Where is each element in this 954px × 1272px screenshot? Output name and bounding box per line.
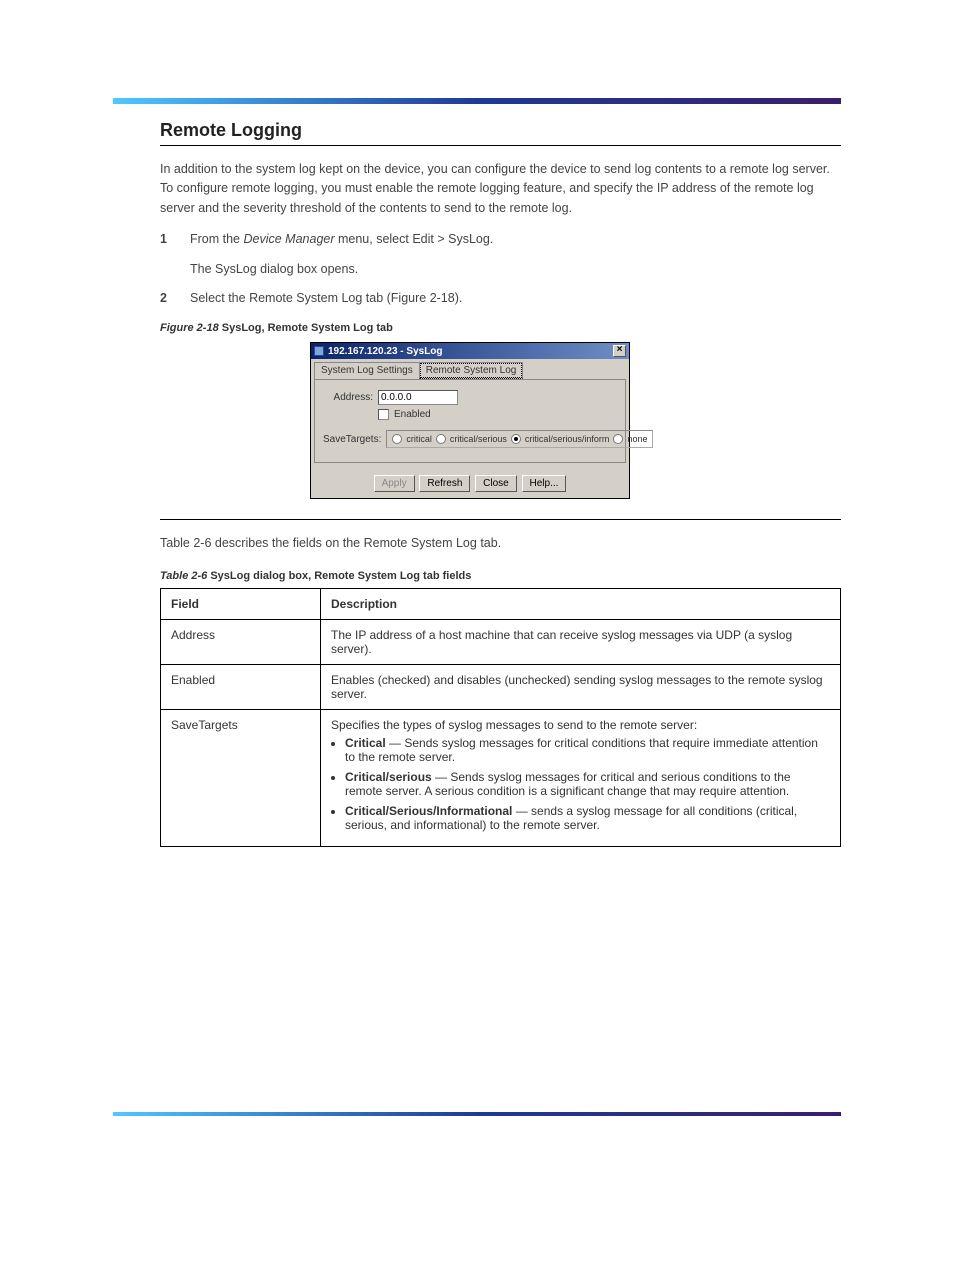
tabstrip: System Log Settings Remote System Log <box>311 359 629 379</box>
figure-label: Figure 2-18 <box>160 322 219 334</box>
radio-critical-label: critical <box>406 434 432 444</box>
enabled-checkbox[interactable] <box>378 409 389 420</box>
address-input[interactable] <box>378 390 458 405</box>
step-1-body: From the Device Manager menu, select Edi… <box>190 230 841 279</box>
close-button[interactable]: Close <box>475 475 517 492</box>
fields-table: Field Description Address The IP address… <box>160 588 841 847</box>
radio-none[interactable] <box>613 434 623 444</box>
th-field: Field <box>161 588 321 619</box>
apply-button[interactable]: Apply <box>374 475 415 492</box>
list-item: Critical/Serious/Informational — sends a… <box>345 804 830 832</box>
section-heading: Remote Logging <box>160 120 841 141</box>
rule-under-figure <box>160 519 841 520</box>
dialog-titlebar: 192.167.120.23 - SysLog × <box>311 343 629 359</box>
page-bottom-bar <box>113 1112 841 1116</box>
radio-none-label: none <box>627 434 647 444</box>
cell-desc-address: The IP address of a host machine that ca… <box>321 619 841 664</box>
rule-under-heading <box>160 145 841 146</box>
savetargets-label: SaveTargets: <box>323 434 381 445</box>
radio-critical-serious-inform-label: critical/serious/inform <box>525 434 610 444</box>
dialog-title: 192.167.120.23 - SysLog <box>328 346 443 357</box>
table-row: Address The IP address of a host machine… <box>161 619 841 664</box>
th-description: Description <box>321 588 841 619</box>
figure-title: SysLog, Remote System Log tab <box>222 322 393 334</box>
step-1-result: The SysLog dialog box opens. <box>190 260 841 279</box>
address-row: Address: <box>323 390 617 405</box>
radio-critical-serious[interactable] <box>436 434 446 444</box>
table-caption: Table 2-6 SysLog dialog box, Remote Syst… <box>160 570 841 582</box>
cell-field-savetargets: SaveTargets <box>161 709 321 846</box>
table-row: Enabled Enables (checked) and disables (… <box>161 664 841 709</box>
table-caption-label: Table 2-6 <box>160 570 207 582</box>
li-text-0: — Sends syslog messages for critical con… <box>345 736 818 764</box>
help-button[interactable]: Help... <box>522 475 567 492</box>
savetargets-desc-intro: Specifies the types of syslog messages t… <box>331 718 697 732</box>
step-1: 1 From the Device Manager menu, select E… <box>160 230 841 279</box>
dialog-body: Address: Enabled SaveTargets: critical c… <box>314 379 626 463</box>
li-label-1: Critical/serious <box>345 770 432 784</box>
step-2-number: 2 <box>160 289 174 308</box>
dialog-button-row: Apply Refresh Close Help... <box>311 469 629 498</box>
li-label-2: Critical/Serious/Informational <box>345 804 512 818</box>
figure-caption: Figure 2-18 SysLog, Remote System Log ta… <box>160 322 841 334</box>
refresh-button[interactable]: Refresh <box>419 475 470 492</box>
radio-critical[interactable] <box>392 434 402 444</box>
close-icon[interactable]: × <box>613 345 626 357</box>
step-1-body-italic: Device Manager <box>244 232 335 246</box>
step-2: 2 Select the Remote System Log tab (Figu… <box>160 289 841 308</box>
li-label-0: Critical <box>345 736 386 750</box>
enabled-label: Enabled <box>394 409 431 420</box>
cell-field-address: Address <box>161 619 321 664</box>
table-caption-title: SysLog dialog box, Remote System Log tab… <box>210 570 471 582</box>
step-1-body-post: menu, select Edit > SysLog. <box>335 232 494 246</box>
step-1-body-pre: From the <box>190 232 244 246</box>
tab-system-log-settings[interactable]: System Log Settings <box>314 362 420 379</box>
table-intro: Table 2-6 describes the fields on the Re… <box>160 534 841 553</box>
address-label: Address: <box>323 392 373 403</box>
step-2-body: Select the Remote System Log tab (Figure… <box>190 289 841 308</box>
list-item: Critical/serious — Sends syslog messages… <box>345 770 830 798</box>
cell-field-enabled: Enabled <box>161 664 321 709</box>
app-icon <box>314 346 324 356</box>
tab-remote-system-log[interactable]: Remote System Log <box>419 362 524 379</box>
page-top-bar <box>113 98 841 104</box>
savetargets-radio-group: critical critical/serious critical/serio… <box>386 430 653 448</box>
radio-critical-serious-label: critical/serious <box>450 434 507 444</box>
syslog-dialog: 192.167.120.23 - SysLog × System Log Set… <box>310 342 630 499</box>
list-item: Critical — Sends syslog messages for cri… <box>345 736 830 764</box>
dialog-title-left: 192.167.120.23 - SysLog <box>314 346 443 357</box>
savetargets-sublist: Critical — Sends syslog messages for cri… <box>331 736 830 832</box>
cell-desc-savetargets: Specifies the types of syslog messages t… <box>321 709 841 846</box>
enabled-row: Enabled <box>323 409 617 420</box>
cell-desc-enabled: Enables (checked) and disables (unchecke… <box>321 664 841 709</box>
intro-paragraph: In addition to the system log kept on th… <box>160 160 841 218</box>
savetargets-row: SaveTargets: critical critical/serious c… <box>323 430 617 448</box>
step-1-number: 1 <box>160 230 174 279</box>
page-content: Remote Logging In addition to the system… <box>160 120 841 847</box>
table-row: SaveTargets Specifies the types of syslo… <box>161 709 841 846</box>
radio-critical-serious-inform[interactable] <box>511 434 521 444</box>
